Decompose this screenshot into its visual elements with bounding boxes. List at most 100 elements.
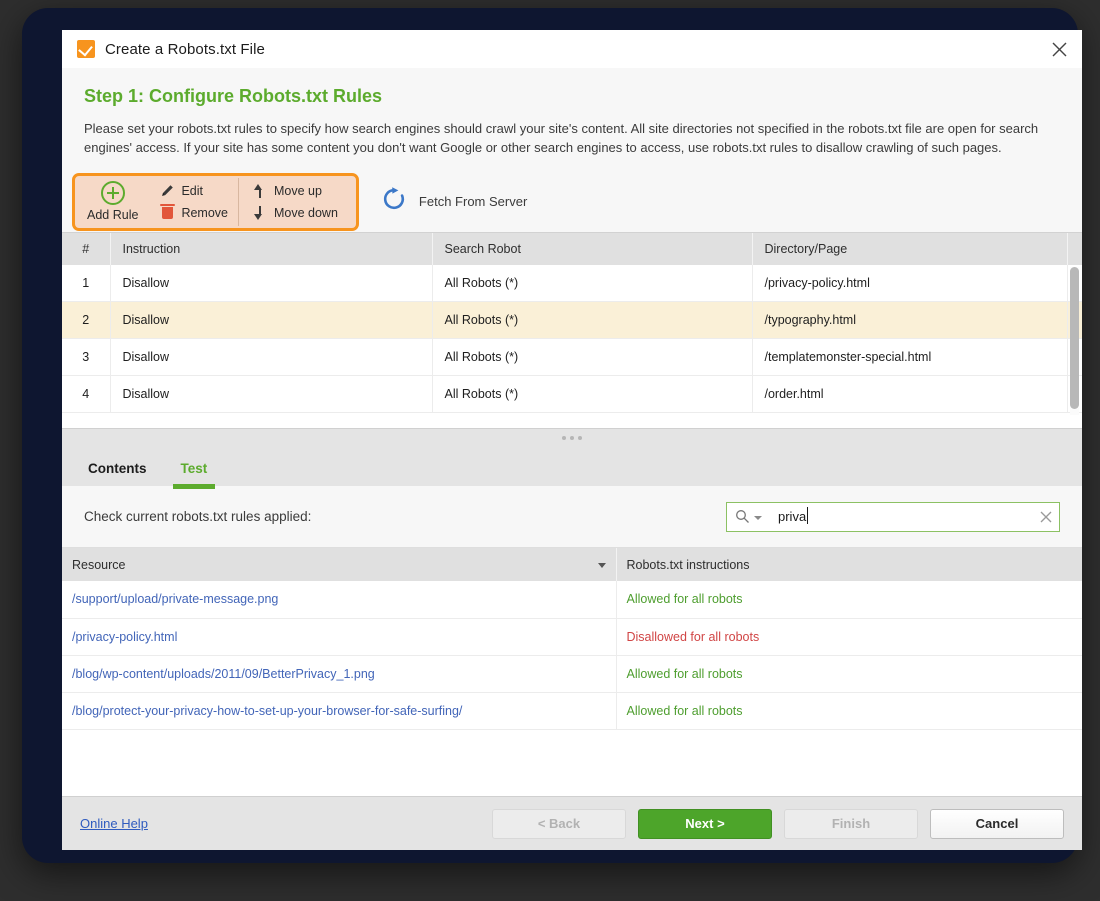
checkbox-checked-icon [77, 40, 95, 58]
resource-link[interactable]: /privacy-policy.html [72, 630, 177, 644]
result-resource: /blog/wp-content/uploads/2011/09/BetterP… [62, 655, 617, 693]
table-row[interactable]: /support/upload/private-message.png Allow… [62, 581, 1082, 619]
page-title: Step 1: Configure Robots.txt Rules [84, 86, 383, 106]
results-table-header-row: Resource Robots.txt instructions [62, 548, 1082, 581]
move-down-button[interactable]: Move down [253, 205, 338, 220]
edit-button[interactable]: Edit [160, 183, 228, 198]
tab-test[interactable]: Test [172, 461, 216, 489]
tab-bar: Contents Test [62, 446, 1082, 489]
rules-header-directory[interactable]: Directory/Page [752, 233, 1068, 265]
rule-directory: /typography.html [752, 301, 1068, 339]
resource-link[interactable]: /blog/protect-your-privacy-how-to-set-up… [72, 704, 462, 718]
search-input[interactable]: priva [726, 501, 1060, 532]
table-row[interactable]: 4 Disallow All Robots (*)/order.html [62, 375, 1082, 413]
search-icon [735, 509, 750, 524]
header-section: Step 1: Configure Robots.txt Rules Pleas… [62, 68, 1082, 171]
pencil-icon [160, 183, 174, 198]
fetch-from-server-label: Fetch From Server [418, 194, 528, 209]
close-icon[interactable] [1044, 34, 1074, 64]
rules-header-robot[interactable]: Search Robot [432, 233, 753, 265]
rule-directory: /templatemonster-special.html [752, 338, 1068, 376]
table-row[interactable]: /blog/wp-content/uploads/2011/09/BetterP… [62, 655, 1082, 693]
rule-number: 1 [62, 265, 111, 302]
results-header-resource[interactable]: Resource [62, 548, 617, 581]
result-instruction: Disallowed for all robots [616, 618, 1082, 656]
add-rule-button[interactable]: Add Rule [79, 178, 150, 226]
table-row[interactable]: 1 Disallow All Robots (*)/privacy-policy.h… [62, 265, 1082, 302]
rules-table-scrollbar[interactable] [1070, 267, 1079, 415]
status-badge: Allowed for all robots [626, 703, 743, 718]
results-header-resource-label: Resource [72, 557, 126, 572]
fetch-from-server-button[interactable]: Fetch From Server [381, 186, 527, 217]
window-outer-frame: Create a Robots.txt File Step 1: Configu… [22, 8, 1082, 863]
sort-caret-icon [597, 563, 606, 568]
finish-button[interactable]: Finish [784, 808, 918, 839]
rule-instruction: Disallow [110, 375, 433, 413]
resource-link[interactable]: /blog/wp-content/uploads/2011/09/BetterP… [72, 667, 375, 681]
edit-label: Edit [181, 183, 203, 198]
result-instruction: Allowed for all robots [616, 655, 1082, 693]
rule-number: 4 [62, 375, 111, 413]
rules-header-filler [1067, 233, 1082, 265]
resource-link[interactable]: /support/upload/private-message.png [72, 592, 278, 606]
rule-instruction: Disallow [110, 265, 433, 302]
online-help-link[interactable]: Online Help [80, 816, 148, 831]
refresh-icon [381, 186, 407, 217]
rule-instruction: Disallow [110, 338, 433, 376]
table-row[interactable]: /privacy-policy.html Disallowed for all r… [62, 618, 1082, 656]
cancel-button[interactable]: Cancel [930, 808, 1064, 839]
result-resource: /support/upload/private-message.png [62, 581, 617, 619]
arrow-up-icon [253, 183, 267, 198]
toolbar-highlight-box: Add Rule Edit Remove Move up Move down [72, 172, 359, 231]
table-row[interactable]: 3 Disallow All Robots (*)/templatemonster-… [62, 338, 1082, 376]
result-instruction: Allowed for all robots [616, 692, 1082, 730]
table-row[interactable]: 2 Disallow All Robots (*)/typography.html [62, 301, 1082, 339]
splitter-dot [578, 435, 582, 440]
move-up-label: Move up [273, 183, 322, 198]
panel-splitter[interactable] [62, 428, 1082, 446]
results-header-instructions[interactable]: Robots.txt instructions [616, 548, 1082, 581]
plus-circle-icon [100, 181, 125, 205]
arrow-down-icon [253, 205, 267, 220]
next-button[interactable]: Next > [638, 808, 772, 839]
dialog-footer: Online Help < Back Next > Finish Cancel [62, 796, 1082, 850]
add-rule-label: Add Rule [87, 208, 139, 222]
page-description: Please set your robots.txt rules to spec… [84, 121, 1039, 155]
back-button[interactable]: < Back [492, 808, 626, 839]
tab-contents[interactable]: Contents [82, 461, 153, 486]
rule-number: 2 [62, 301, 111, 339]
rule-directory: /order.html [752, 375, 1068, 413]
table-row[interactable]: /blog/protect-your-privacy-how-to-set-up… [62, 692, 1082, 730]
rules-table-container: # Instruction Search Robot Directory/Pag… [62, 233, 1082, 428]
create-robots-txt-dialog: Create a Robots.txt File Step 1: Configu… [62, 30, 1082, 850]
rules-header-num[interactable]: # [62, 233, 111, 265]
results-table: Resource Robots.txt instructions /suppor… [62, 548, 1082, 730]
results-table-container: Resource Robots.txt instructions /suppor… [62, 548, 1082, 796]
rules-header-instruction[interactable]: Instruction [110, 233, 433, 265]
rule-robot: All Robots (*) [432, 265, 753, 302]
chevron-down-icon[interactable] [754, 515, 762, 520]
rule-directory: /privacy-policy.html [752, 265, 1068, 302]
move-group: Move up Move down [237, 177, 348, 226]
rules-toolbar: Add Rule Edit Remove Move up Move down F… [62, 171, 1082, 233]
remove-label: Remove [181, 205, 228, 220]
rule-robot: All Robots (*) [432, 375, 753, 413]
rule-number: 3 [62, 338, 111, 376]
edit-remove-group: Edit Remove [150, 178, 238, 226]
move-down-label: Move down [273, 205, 338, 220]
footer-buttons: < Back Next > Finish Cancel [492, 808, 1064, 839]
status-badge: Allowed for all robots [626, 592, 743, 607]
move-up-button[interactable]: Move up [253, 183, 338, 198]
check-rules-label: Check current robots.txt rules applied: [84, 509, 312, 524]
splitter-dot [562, 435, 566, 440]
splitter-dot [570, 435, 574, 440]
result-resource: /blog/protect-your-privacy-how-to-set-up… [62, 692, 617, 730]
status-badge: Allowed for all robots [626, 666, 743, 681]
rule-robot: All Robots (*) [432, 301, 753, 339]
scrollbar-thumb[interactable] [1070, 267, 1079, 409]
remove-button[interactable]: Remove [159, 203, 228, 220]
rule-instruction: Disallow [110, 301, 433, 339]
clear-icon[interactable] [1039, 510, 1053, 524]
status-badge: Disallowed for all robots [626, 629, 760, 644]
title-bar: Create a Robots.txt File [62, 30, 1082, 68]
